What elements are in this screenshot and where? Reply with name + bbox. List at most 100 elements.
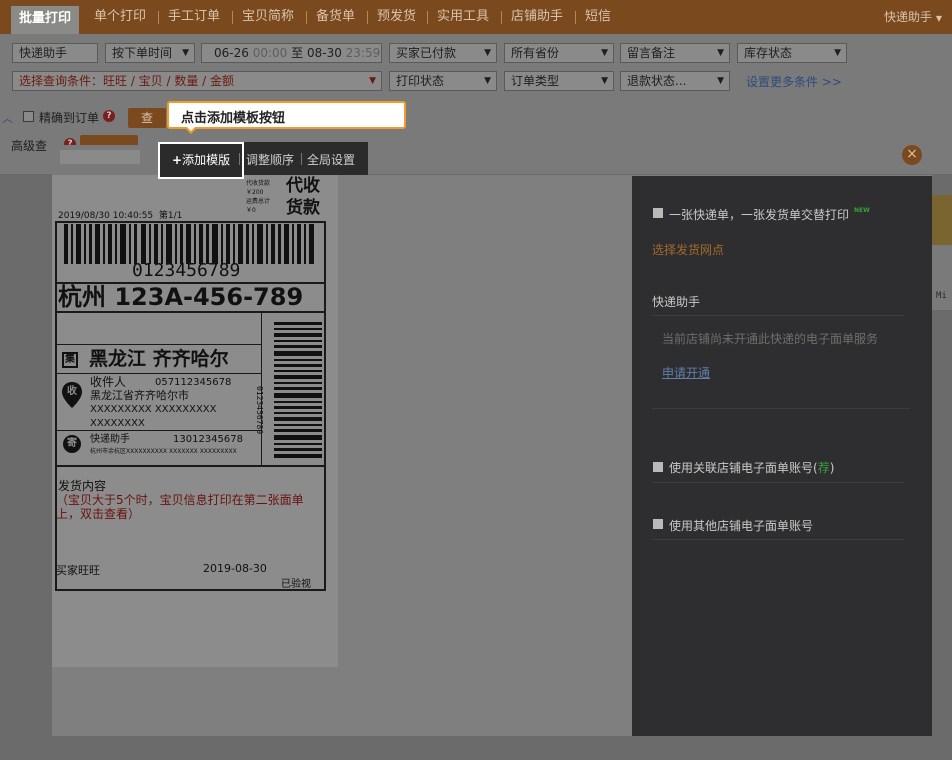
cod-big-line1: 代收 — [286, 176, 320, 196]
more-conditions-link[interactable]: 设置更多条件 >> — [746, 73, 842, 90]
help-icon[interactable]: ? — [103, 110, 115, 122]
linked-shop-text: 使用关联店铺电子面单账号( — [669, 461, 818, 475]
linked-shop-checkbox[interactable] — [653, 462, 663, 472]
receiver-icon-label: 收 — [67, 386, 77, 397]
advanced-query-label[interactable]: 高级查 — [11, 137, 47, 154]
chevron-down-icon: ▼ — [484, 76, 491, 86]
add-template-button[interactable]: +添加模版 — [172, 151, 230, 168]
fee-value: ￥0 — [246, 207, 256, 214]
collapse-icon[interactable]: ︿ — [2, 110, 13, 126]
refund-status-select[interactable]: 退款状态... ▼ — [620, 71, 730, 91]
inspected-label: 已验视 — [281, 579, 311, 590]
tab-pre-ship[interactable]: 预发货 — [377, 0, 416, 34]
tab-single-print[interactable]: 单个打印 — [94, 0, 146, 34]
chevron-down-icon: ▼ — [935, 14, 942, 23]
waybill-divider — [57, 311, 326, 313]
chevron-down-icon: ▼ — [484, 48, 491, 58]
waybill-divider — [57, 373, 261, 374]
add-template-label: 添加模版 — [182, 153, 231, 167]
linked-shop-label: 使用关联店铺电子面单账号(荐) — [669, 459, 834, 476]
query-condition-select[interactable]: 选择查询条件：旺旺 / 宝贝 / 数量 / 金额 ▼ — [12, 71, 382, 91]
panel-divider — [652, 408, 910, 409]
tab-item-shortname[interactable]: 宝贝简称 — [242, 0, 294, 34]
exact-match-checkbox[interactable] — [23, 111, 34, 122]
time-from: 00:00 — [252, 46, 288, 60]
query-button[interactable]: 查 — [128, 108, 166, 128]
nav-separator — [427, 11, 428, 24]
section-title: 快递助手 — [652, 295, 701, 309]
new-badge: NEW — [854, 207, 870, 214]
chevron-down-icon: ▼ — [369, 76, 376, 86]
date-from: 06-26 — [214, 46, 249, 60]
vertical-barcode-icon — [274, 322, 322, 458]
pay-status-value: 买家已付款 — [396, 46, 457, 60]
stock-select[interactable]: 库存状态 ▼ — [737, 43, 847, 63]
tab-sms[interactable]: 短信 — [585, 0, 611, 34]
tab-tools[interactable]: 实用工具 — [437, 0, 489, 34]
chevron-down-icon: ▼ — [717, 48, 724, 58]
waybill-divider — [57, 430, 261, 431]
print-datetime: 2019/08/30 10:40:55 第1/1 — [58, 208, 182, 221]
apply-link[interactable]: 申请开通 — [662, 364, 710, 381]
pay-status-select[interactable]: 买家已付款 ▼ — [389, 43, 497, 63]
vertical-barcode-number: 0123456789 — [255, 386, 264, 435]
user-name: 快递助手 — [884, 10, 933, 24]
toolbar-separator — [301, 153, 302, 165]
route-code: 杭州 123A-456-789 — [58, 283, 304, 311]
panel-divider — [652, 482, 904, 483]
service-notice: 当前店铺尚未开通此快递的电子面单服务 — [662, 332, 879, 346]
barcode-icon — [64, 224, 314, 264]
chevron-down-icon: ▼ — [834, 48, 841, 58]
exact-match-label: 精确到订单 — [39, 111, 100, 125]
template-name-blurred — [60, 150, 140, 164]
receiver-address-2: XXXXXXXXX XXXXXXXXX — [90, 404, 217, 415]
date-range-input[interactable]: 06-26 00:00 至 08-30 23:59 — [201, 43, 382, 63]
datetime-value: 2019/08/30 10:40:55 — [58, 211, 154, 221]
print-status-select[interactable]: 打印状态 ▼ — [389, 71, 497, 91]
select-outlet-link[interactable]: 选择发货网点 — [652, 241, 724, 258]
receiver-phone: 057112345678 — [155, 377, 232, 388]
global-settings-button[interactable]: 全局设置 — [307, 151, 355, 168]
settings-panel — [632, 176, 932, 736]
nav-separator — [158, 11, 159, 24]
other-shop-checkbox[interactable] — [653, 519, 663, 529]
date-to-separator: 至 — [291, 46, 304, 60]
province-value: 所有省份 — [511, 46, 560, 60]
panel-divider — [652, 315, 904, 316]
nav-separator — [306, 11, 307, 24]
close-icon[interactable]: × — [902, 145, 922, 165]
tooltip-arrow-inner — [186, 126, 196, 131]
tab-shop-assistant[interactable]: 店铺助手 — [511, 0, 563, 34]
express-select[interactable]: 快递助手 — [12, 43, 98, 63]
order-type-value: 订单类型 — [511, 74, 560, 88]
tab-stock-list[interactable]: 备货单 — [316, 0, 355, 34]
collect-icon: 集 — [62, 352, 78, 368]
express-select-value: 快递助手 — [19, 46, 68, 60]
plus-icon: + — [172, 153, 183, 167]
chevron-down-icon: ▼ — [182, 48, 189, 58]
time-type-select[interactable]: 按下单时间 ▼ — [105, 43, 195, 63]
adjust-order-button[interactable]: 调整顺序 — [246, 151, 294, 168]
remark-select[interactable]: 留言备注 ▼ — [620, 43, 730, 63]
linked-shop-text-end: ) — [829, 461, 835, 475]
tab-batch-print[interactable]: 批量打印 — [11, 6, 80, 34]
cod-big-line2: 货款 — [286, 198, 320, 218]
background-strip: Mi — [932, 195, 952, 310]
barcode-number: 0123456789 — [132, 260, 241, 281]
order-type-select[interactable]: 订单类型 ▼ — [504, 71, 614, 91]
remark-value: 留言备注 — [627, 46, 676, 60]
province-select[interactable]: 所有省份 ▼ — [504, 43, 614, 63]
user-menu[interactable]: 快递助手 ▼ — [884, 0, 942, 36]
nav-separator — [367, 11, 368, 24]
content-note: （宝贝大于5个时，宝贝信息打印在第二张面单上，双击查看） — [56, 493, 304, 521]
stock-value: 库存状态 — [744, 46, 793, 60]
ship-date: 2019-08-30 — [203, 562, 267, 575]
content-label: 发货内容 — [58, 479, 107, 493]
nav-separator — [575, 11, 576, 24]
time-to: 23:59 — [345, 46, 381, 60]
tab-manual-order[interactable]: 手工订单 — [168, 0, 220, 34]
alt-print-checkbox[interactable] — [653, 208, 663, 218]
fee-label: 运费总计 — [246, 198, 271, 205]
destination: 黑龙江 齐齐哈尔 — [89, 348, 229, 370]
sender-name: 快递助手 — [90, 434, 130, 445]
